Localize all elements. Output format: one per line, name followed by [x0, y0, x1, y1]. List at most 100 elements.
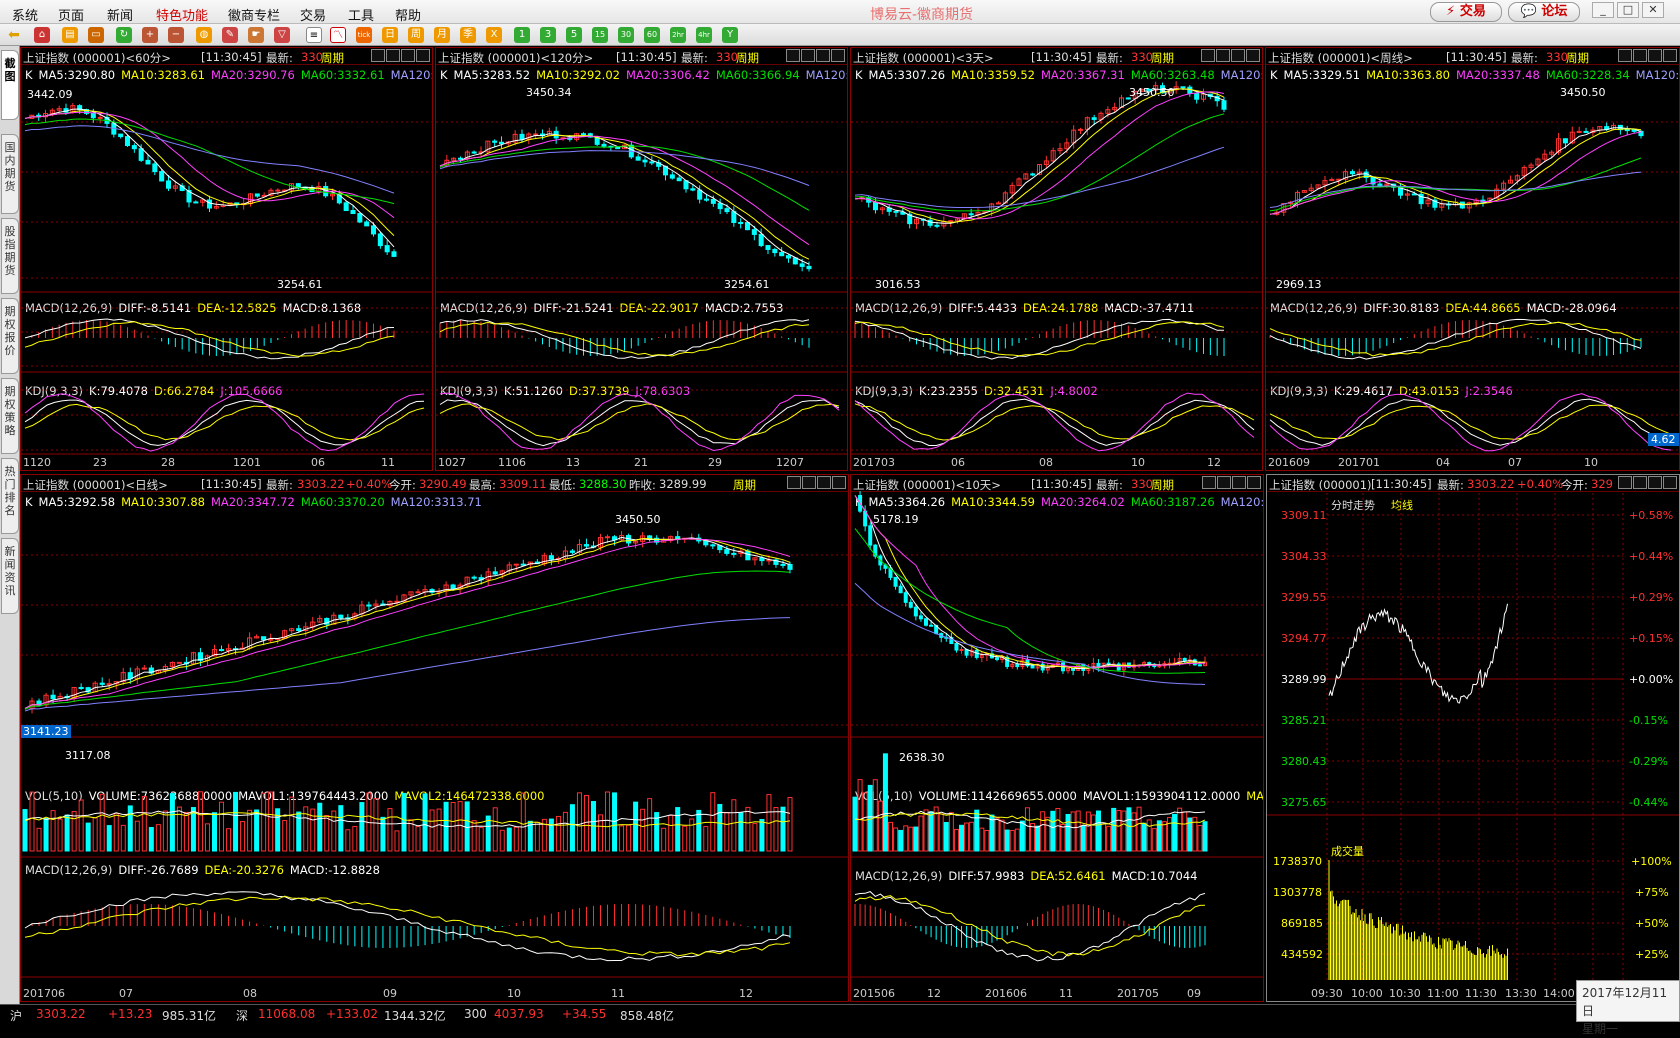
low-label: 3117.08 — [65, 749, 111, 762]
volume-bar — [893, 827, 899, 852]
candle — [690, 188, 696, 191]
volume-bar — [948, 812, 954, 852]
menu-huishang[interactable]: 徽商专栏 — [228, 5, 280, 24]
candle — [152, 163, 158, 173]
refresh-icon[interactable]: ↻ — [116, 27, 132, 43]
side-tab-option-strategy[interactable]: 期权策略 — [1, 378, 19, 454]
volume-bar — [211, 812, 217, 852]
volume-bar — [162, 810, 168, 852]
menu-news[interactable]: 新闻 — [107, 5, 133, 24]
volume-bar — [908, 826, 914, 852]
trade-button[interactable]: ⚡ 交易 — [1430, 2, 1502, 22]
chart-icon[interactable]: 〽 — [330, 27, 346, 43]
chart-panel-10day[interactable]: 上证指数 (000001)<10天> [11:30:45] 最新: 330 周期… — [850, 474, 1264, 1002]
toolbar-btn-week-label: 周 — [411, 29, 421, 40]
close-button[interactable]: ✕ — [1642, 2, 1664, 18]
diff-line — [854, 318, 1224, 360]
toolbar-btn-1m[interactable]: 1 — [514, 27, 530, 43]
table-icon[interactable]: ≡ — [306, 27, 322, 43]
toolbar-btn-3m-label: 3 — [544, 29, 552, 40]
candle — [364, 221, 370, 227]
forum-button[interactable]: 💬 论坛 — [1508, 2, 1580, 22]
side-tab-screenshot[interactable]: 截图 — [1, 50, 19, 120]
toolbar-btn-15m[interactable]: 15 — [592, 27, 608, 43]
toolbar-btn-60m[interactable]: 60 — [644, 27, 660, 43]
candle — [787, 563, 793, 570]
toolbar-btn-60m-label: 60 — [646, 30, 658, 39]
card-icon[interactable]: ▭ — [88, 27, 104, 43]
volume-bar — [22, 809, 28, 852]
chart-panel-120min[interactable]: 上证指数 (000001)<120分> [11:30:45] 最新: 330 周… — [435, 47, 848, 471]
candle — [492, 571, 498, 575]
toolbar-btn-15m-label: 15 — [594, 30, 606, 39]
menu-features[interactable]: 特色功能 — [156, 5, 208, 24]
side-tab-index-futures[interactable]: 股指期货 — [1, 218, 19, 294]
toolbar-btn-week[interactable]: 周 — [408, 27, 424, 43]
toolbar-btn-y[interactable]: Y — [722, 27, 738, 43]
candle — [697, 189, 703, 200]
toolbar-btn-x[interactable]: X — [486, 27, 502, 43]
menu-page[interactable]: 页面 — [58, 5, 84, 24]
pen-icon[interactable]: ✎ — [222, 27, 238, 43]
home-icon[interactable]: ⌂ — [34, 27, 50, 43]
dea-line — [854, 895, 1206, 957]
toolbar-btn-2hr[interactable]: 2hr — [670, 27, 686, 43]
volume-bar — [78, 799, 84, 852]
volume-bar — [422, 793, 428, 852]
hand-icon[interactable]: ☛ — [248, 27, 264, 43]
back-arrow-icon[interactable]: ⬅ — [6, 27, 22, 43]
filter-icon[interactable]: ▽ — [274, 27, 290, 43]
candle — [785, 255, 792, 259]
k-line — [854, 398, 1255, 446]
menu-trade[interactable]: 交易 — [300, 5, 326, 24]
weekday-text: 星期一 — [1582, 1022, 1619, 1036]
minimize-button[interactable]: _ — [1592, 2, 1614, 18]
chart-panel-weekly[interactable]: 上证指数 (000001)<周线> [11:30:45] 最新: 330 周期 … — [1265, 47, 1680, 471]
toolbar-btn-5m[interactable]: 5 — [566, 27, 582, 43]
toolbar-btn-4hr[interactable]: 4hr — [696, 27, 712, 43]
toolbar-btn-tick[interactable]: tick — [356, 27, 372, 43]
candle — [415, 591, 421, 594]
volume-bar — [862, 792, 868, 852]
toolbar-btn-1m-label: 1 — [518, 29, 526, 40]
book-icon[interactable]: ▤ — [62, 27, 78, 43]
maximize-button[interactable]: □ — [1617, 2, 1639, 18]
zoom-out-icon[interactable]: − — [168, 27, 184, 43]
side-tab-domestic-futures[interactable]: 国内期货 — [1, 134, 19, 214]
volume-bar — [1131, 812, 1137, 852]
candle — [635, 156, 641, 161]
zoom-in-icon[interactable]: + — [142, 27, 158, 43]
candle — [218, 649, 225, 652]
volume-bar — [959, 824, 965, 852]
chart-panel-daily[interactable]: 上证指数 (000001)<日线> [11:30:45] 最新: 3303.22… — [20, 474, 849, 1002]
chart-panel-intraday[interactable]: 上证指数 (000001) [11:30:45] 最新: 3303.22 +0.… — [1266, 474, 1680, 1002]
panel-chart-svg — [851, 81, 1262, 455]
menu-tools[interactable]: 工具 — [348, 5, 374, 24]
candle — [471, 576, 477, 579]
candle — [738, 221, 744, 224]
ma10-line — [854, 88, 1225, 223]
toolbar-btn-day[interactable]: 日 — [382, 27, 398, 43]
candle — [296, 628, 302, 632]
side-tab-news[interactable]: 新闻资讯 — [1, 538, 19, 614]
side-tab-hot-rank[interactable]: 热门排名 — [1, 458, 19, 534]
chart-panel-60min[interactable]: 上证指数 (000001)<60分> [11:30:45] 最新: 330 周期… — [20, 47, 433, 471]
mouse-icon[interactable]: ◍ — [196, 27, 212, 43]
candle — [569, 550, 576, 553]
ma20-line — [854, 91, 1225, 220]
volume-bar — [134, 820, 140, 852]
toolbar-btn-month[interactable]: 月 — [434, 27, 450, 43]
ma10-line — [24, 537, 791, 709]
chart-panel-3day[interactable]: 上证指数 (000001)<3天> [11:30:45] 最新: 330 周期 … — [850, 47, 1263, 471]
volume-bar — [1116, 810, 1122, 852]
high-label: 3450.50 — [1560, 86, 1606, 99]
side-tab-option-quotes[interactable]: 期权报价 — [1, 298, 19, 374]
menu-system[interactable]: 系统 — [12, 5, 38, 24]
toolbar-btn-3m[interactable]: 3 — [540, 27, 556, 43]
toolbar-btn-quarter[interactable]: 季 — [460, 27, 476, 43]
candle — [1197, 664, 1202, 667]
toolbar-btn-30m[interactable]: 30 — [618, 27, 634, 43]
panel-chart-svg — [436, 121, 847, 455]
volume-bar — [190, 807, 196, 852]
menu-help[interactable]: 帮助 — [395, 5, 421, 24]
